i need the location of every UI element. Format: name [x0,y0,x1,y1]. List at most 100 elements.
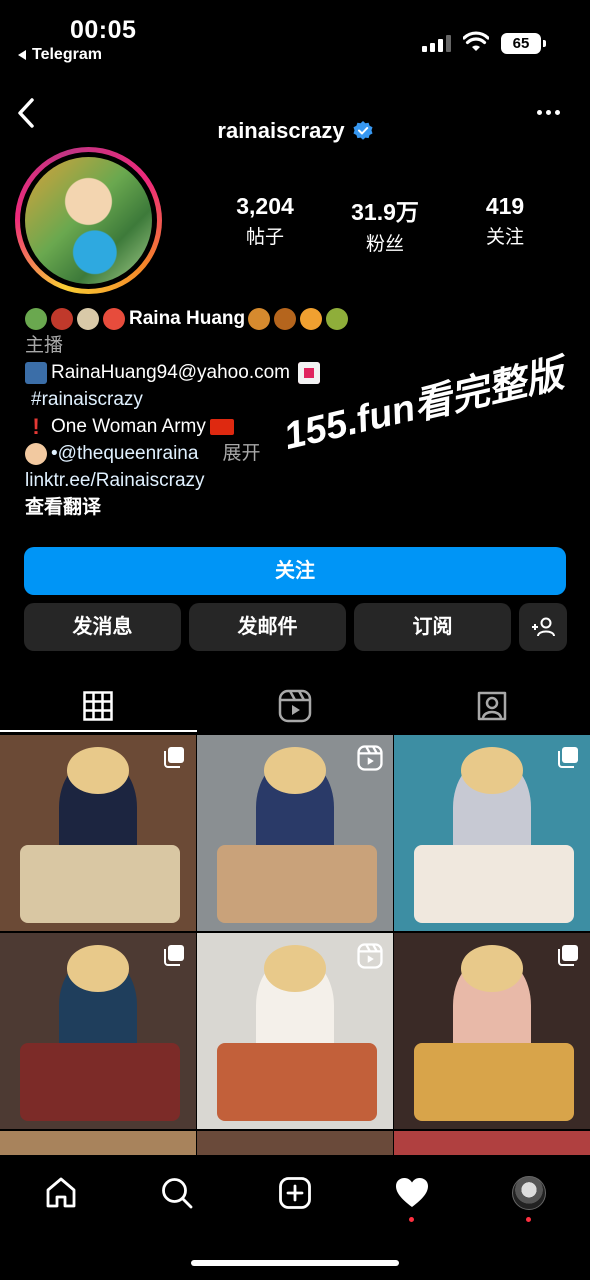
post-subject-head [263,746,327,794]
post-food [19,844,181,923]
wifi-icon [463,31,489,51]
stat-posts[interactable]: 3,204 帖子 [205,193,325,256]
profile-avatar-icon [512,1176,546,1210]
stat-followers[interactable]: 31.9万 粉丝 [325,193,445,256]
tab-tagged[interactable] [393,680,590,732]
love-letter-emoji-icon [298,361,320,384]
bio-email[interactable]: RainaHuang94@yahoo.com [51,359,290,386]
stat-posts-value: 3,204 [236,193,294,219]
stat-following-value: 419 [485,193,525,219]
verified-badge-icon [353,121,373,140]
fries-emoji-icon [103,307,125,330]
more-options-icon[interactable] [537,110,560,115]
post-thumbnail[interactable] [394,933,590,1129]
activity-notification-dot [409,1217,414,1222]
stat-followers-label: 粉丝 [365,234,404,255]
nav-search[interactable] [157,1173,197,1213]
subscribe-button[interactable]: 订阅 [354,603,511,651]
tagged-icon [477,691,506,721]
bio-external-link[interactable]: linktr.ee/Rainaiscrazy [25,467,565,494]
meat-emoji-icon [51,307,73,330]
post-food [413,1042,575,1121]
nav-create[interactable] [275,1173,315,1213]
reels-icon [357,745,383,776]
stat-following[interactable]: 419 关注 [445,193,565,256]
taco-emoji-icon [326,307,349,330]
salad-emoji-icon [25,307,47,330]
exclamation-emoji-icon: ! [32,413,40,439]
carousel-icon [162,745,186,774]
avatar [25,157,152,284]
suggested-users-button[interactable] [519,603,567,651]
profile-username: rainaiscrazy [217,118,345,143]
bio-display-name: Raina Huang [129,308,246,329]
post-thumbnail[interactable] [0,933,196,1129]
bio-name-line: Raina Huang [25,305,565,332]
post-thumbnail[interactable] [197,933,393,1129]
post-subject-head [263,944,327,992]
home-icon [46,1177,76,1208]
search-icon [162,1178,193,1209]
post-thumbnail[interactable] [197,735,393,931]
reels-icon [357,943,383,974]
burger-emoji-icon [248,307,271,330]
post-food [216,1042,378,1121]
burrito-emoji-icon [77,307,99,330]
mailbox-emoji-icon [25,361,47,384]
back-app-label: Telegram [32,46,102,63]
add-person-icon [532,617,555,637]
tab-posts[interactable] [0,680,197,732]
carousel-icon [162,943,186,972]
post-thumbnail[interactable] [0,735,196,931]
post-grid [0,735,590,1157]
bio-army: One Woman Army [51,416,206,437]
carousel-icon [556,745,580,774]
bio-expand-link[interactable]: 展开 [222,440,260,467]
see-translation-link[interactable]: 查看翻译 [25,494,565,521]
cellular-signal-icon [422,35,451,52]
back-to-app[interactable]: Telegram [18,46,102,64]
create-post-icon [279,1177,311,1209]
profile-notification-dot [526,1217,531,1222]
stat-posts-label: 帖子 [245,227,284,248]
carousel-icon [556,943,580,972]
post-thumbnail[interactable] [394,735,590,931]
post-thumbnail[interactable] [394,1131,590,1157]
bio-mention[interactable]: •@thequeenraina [51,440,198,467]
post-thumbnail[interactable] [197,1131,393,1157]
post-subject-head [66,944,130,992]
nav-home[interactable] [41,1173,81,1213]
reels-icon [278,689,312,723]
grid-icon [83,691,114,721]
profile-header: rainaiscrazy [0,118,590,144]
stat-followers-value: 31.9万 [351,199,419,225]
princess-emoji-icon [25,442,47,465]
post-subject-head [66,746,130,794]
profile-stats: 3,204 帖子 31.9万 粉丝 419 关注 [205,193,565,256]
heart-icon [396,1178,428,1207]
message-button[interactable]: 发消息 [24,603,181,651]
profile-content-tabs [0,680,590,732]
back-triangle-icon [18,50,26,60]
status-time: 00:05 [70,16,137,44]
post-subject-head [460,944,524,992]
stat-following-label: 关注 [485,227,524,248]
email-button[interactable]: 发邮件 [189,603,346,651]
nav-activity[interactable] [392,1173,432,1213]
post-food [413,844,575,923]
home-indicator [191,1260,399,1266]
post-thumbnail[interactable] [0,1131,196,1157]
drumstick-emoji-icon [274,307,297,330]
profile-action-buttons: 发消息 发邮件 订阅 [24,603,567,651]
bio-category: 主播 [25,335,64,356]
post-food [19,1042,181,1121]
story-ring[interactable] [15,147,162,294]
tab-reels[interactable] [197,680,394,732]
status-bar: 00:05 Telegram 65 [0,0,590,70]
post-food [216,844,378,923]
battery-indicator: 65 [501,33,546,54]
nav-profile[interactable] [509,1173,549,1213]
follow-button[interactable]: 关注 [24,547,566,595]
post-subject-head [460,746,524,794]
china-flag-emoji-icon [209,418,234,435]
